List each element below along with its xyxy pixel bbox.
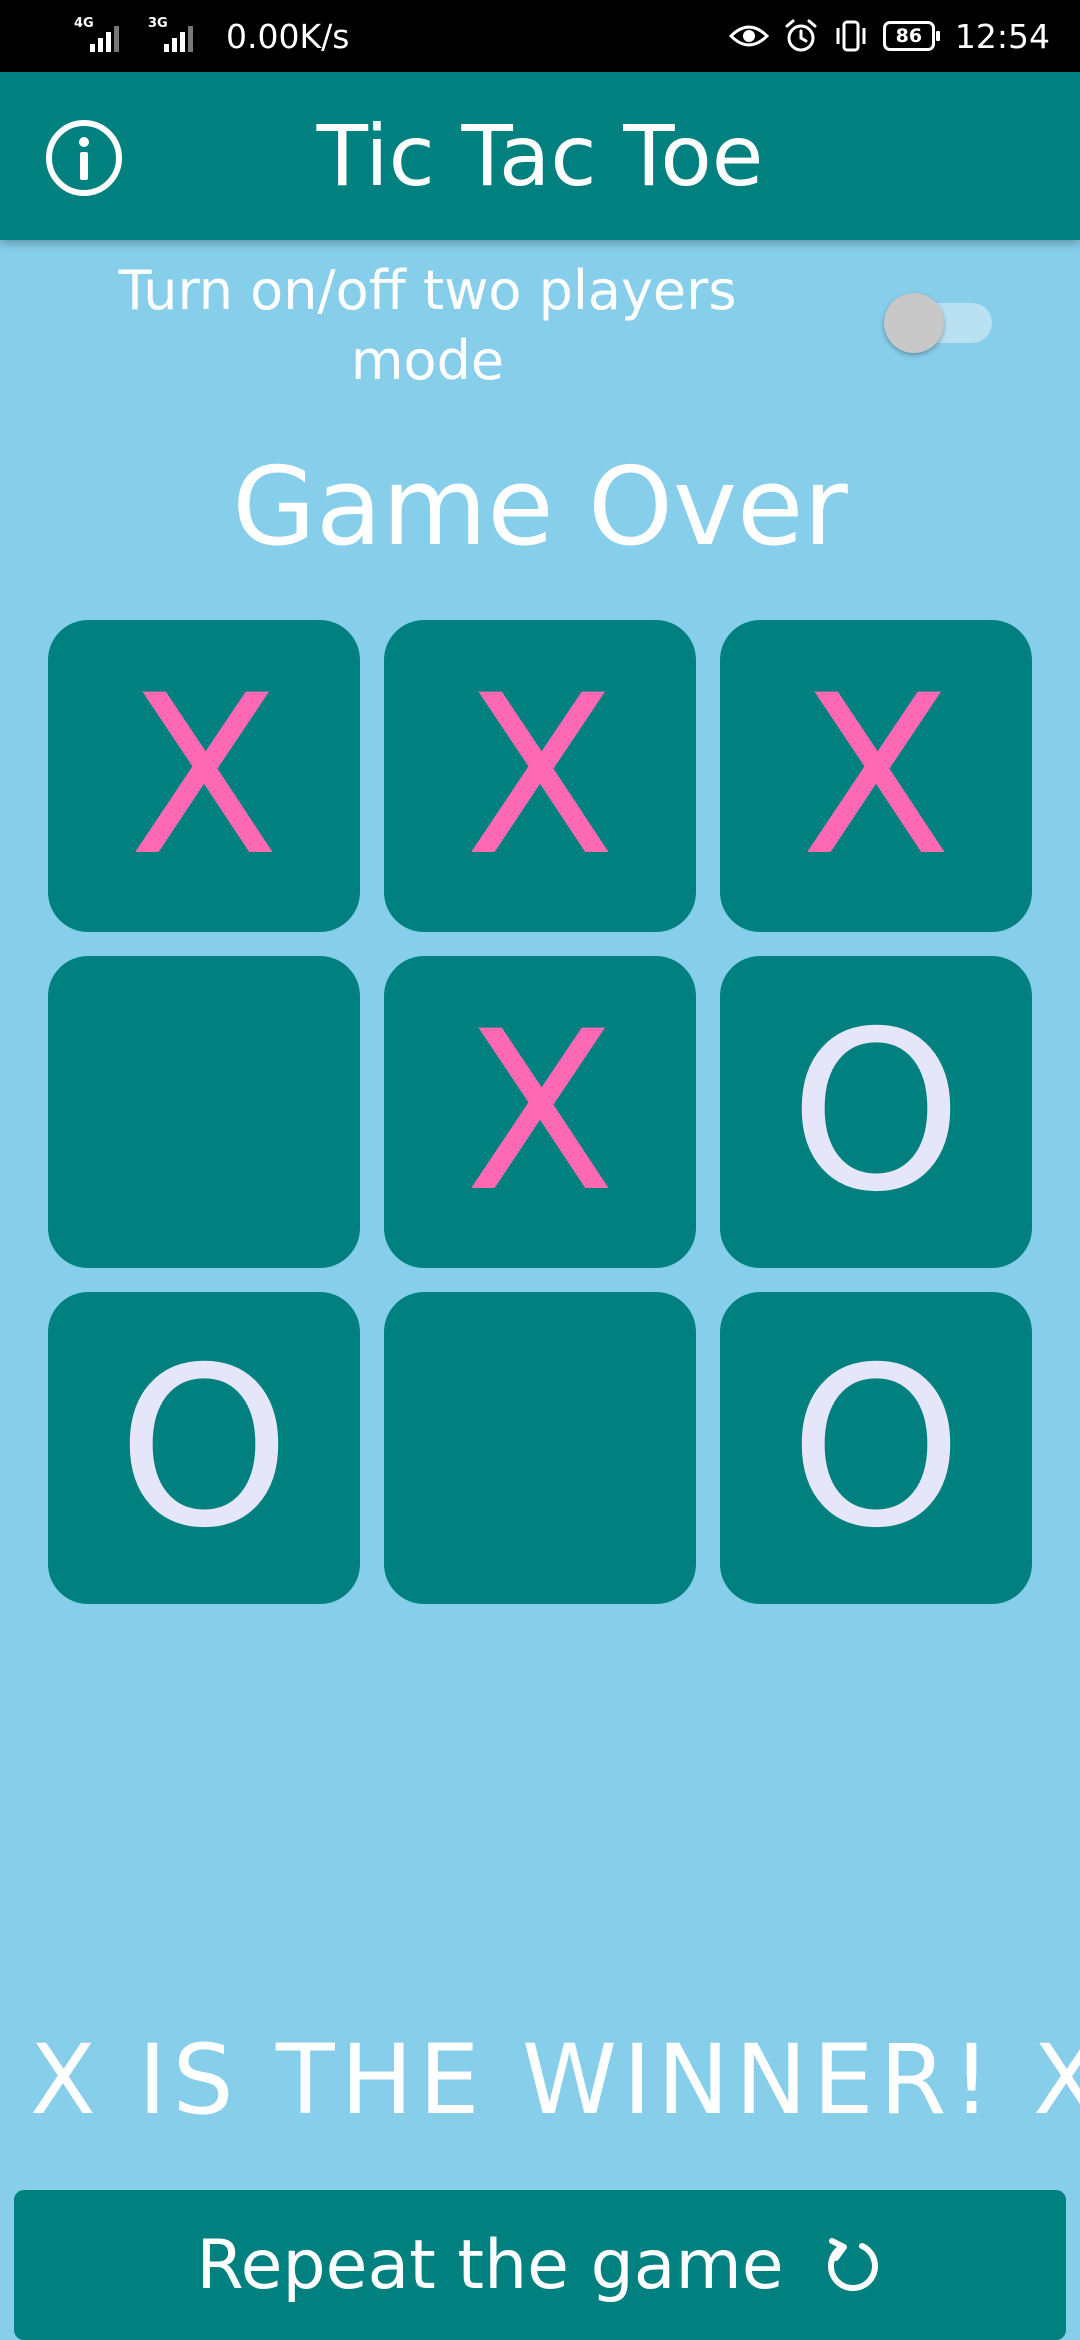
board-cell-1-1[interactable]: X: [384, 956, 696, 1268]
eye-icon: [728, 25, 769, 47]
board-cell-1-0[interactable]: [48, 956, 360, 1268]
status-bar: 4G 3G 0.00K/s 86 12:54: [0, 0, 1080, 72]
two-player-toggle[interactable]: [884, 293, 994, 353]
signal-4g-icon: 4G: [72, 16, 132, 56]
repeat-game-button[interactable]: Repeat the game: [14, 2190, 1066, 2340]
repeat-game-label: Repeat the game: [196, 2225, 784, 2305]
game-status-title: Game Over: [232, 445, 848, 570]
vibrate-icon: [836, 20, 866, 52]
board-cell-2-0[interactable]: O: [48, 1292, 360, 1604]
refresh-icon: [827, 2238, 878, 2292]
board-cell-0-2[interactable]: X: [720, 620, 1032, 932]
clock: 12:54: [954, 16, 1050, 56]
info-icon[interactable]: [44, 118, 124, 198]
battery-icon: 86: [882, 21, 940, 51]
winner-banner: X IS THE WINNER! X IS THE WINNER!: [0, 1990, 1080, 2170]
app-bar: Tic Tac Toe: [0, 72, 1080, 240]
net-speed: 0.00K/s: [226, 16, 350, 56]
alarm-icon: [785, 19, 817, 52]
board-cell-2-2[interactable]: O: [720, 1292, 1032, 1604]
game-board: X X X X O O O: [48, 620, 1032, 1604]
status-left: 4G 3G 0.00K/s: [72, 0, 349, 72]
two-player-mode-label: Turn on/off two players mode: [118, 259, 737, 392]
status-right: 86 12:54: [728, 0, 1050, 72]
toggle-thumb: [884, 293, 944, 353]
board-cell-2-1[interactable]: [384, 1292, 696, 1604]
board-cell-1-2[interactable]: O: [720, 956, 1032, 1268]
winner-message: X IS THE WINNER! X IS THE WINNER!: [30, 2024, 1080, 2136]
app-title: Tic Tac Toe: [316, 107, 764, 205]
battery-level: 86: [895, 25, 923, 47]
board-cell-0-0[interactable]: X: [48, 620, 360, 932]
signal-3g-icon: 3G: [146, 16, 206, 56]
board-cell-0-1[interactable]: X: [384, 620, 696, 932]
